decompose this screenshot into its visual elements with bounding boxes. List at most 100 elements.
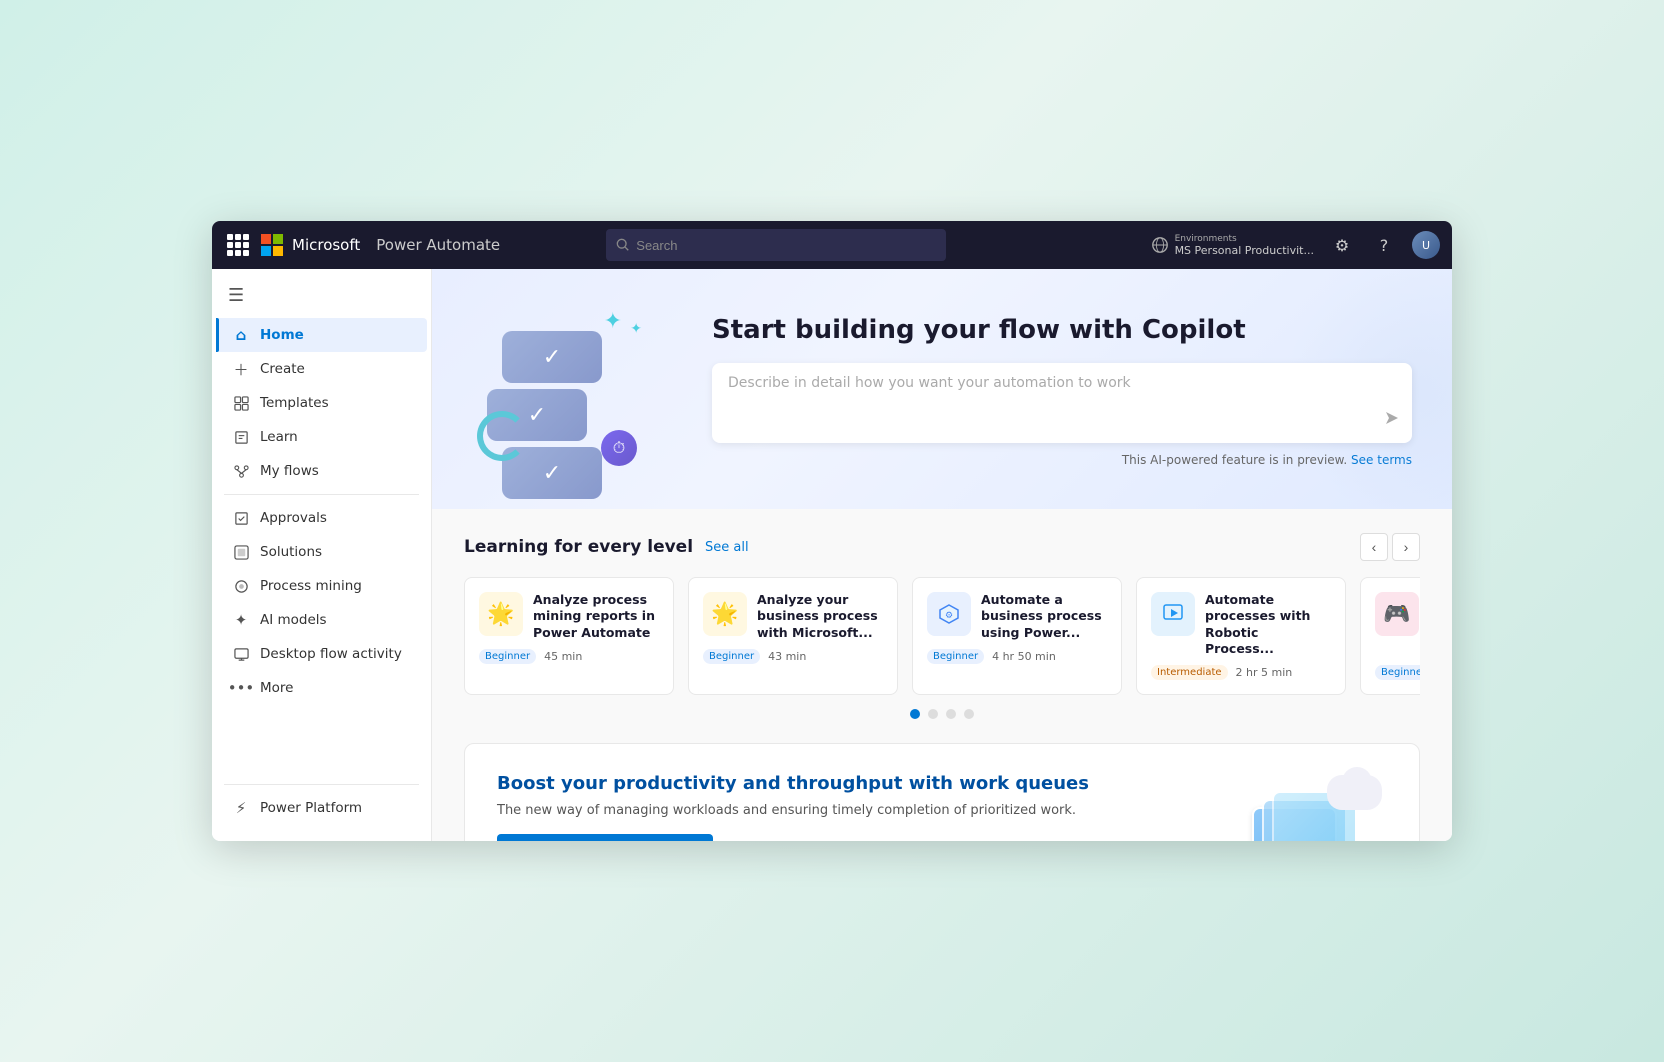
learning-cards-list: 🌟 Analyze process mining reports in Powe… (464, 577, 1420, 695)
carousel-next-button[interactable]: › (1392, 533, 1420, 561)
aimodels-icon: ✦ (232, 611, 250, 629)
learning-header: Learning for every level See all ‹ › (464, 533, 1420, 561)
card-icon-3 (1151, 592, 1195, 636)
more-icon: ••• (232, 679, 250, 697)
powerplatform-icon: ⚡ (232, 799, 250, 817)
spark-icon: ✦ (604, 309, 622, 334)
copilot-input[interactable] (728, 375, 1372, 407)
card-meta-1: Beginner 43 min (703, 649, 883, 664)
card-meta-4: Beginner 6 hr (1375, 665, 1420, 680)
search-bar[interactable] (606, 229, 946, 261)
create-work-queue-button[interactable]: ↻ Create your first work queue (497, 834, 713, 841)
desktopflow-icon (232, 645, 250, 663)
sidebar-label-learn: Learn (260, 429, 298, 445)
waffle-menu-button[interactable] (224, 231, 252, 259)
hero-arc (477, 411, 527, 461)
sidebar-label-processmining: Process mining (260, 578, 362, 594)
hero-section: ✦ ✦ ✓ ✓ ✓ ⏱ Start building your flow wit… (432, 269, 1452, 509)
env-name: MS Personal Productivit... (1175, 244, 1314, 257)
templates-icon (232, 394, 250, 412)
copilot-input-wrap (712, 363, 1412, 443)
card-icon-0: 🌟 (479, 592, 523, 636)
sidebar-label-approvals: Approvals (260, 510, 327, 526)
sidebar-item-solutions[interactable]: Solutions (216, 535, 427, 569)
sidebar-item-aimodels[interactable]: ✦ AI models (216, 603, 427, 637)
learning-card[interactable]: 🎮 Improve business performance with AI..… (1360, 577, 1420, 695)
carousel-dots (464, 709, 1420, 719)
sidebar-item-myflows[interactable]: My flows (216, 454, 427, 488)
sidebar-item-learn[interactable]: Learn (216, 420, 427, 454)
sidebar-label-solutions: Solutions (260, 544, 322, 560)
sidebar-label-more: More (260, 680, 293, 696)
sidebar-label-templates: Templates (260, 395, 329, 411)
card-badge-1: Beginner (703, 649, 760, 664)
sidebar-bottom: ⚡ Power Platform (212, 770, 431, 833)
sidebar-item-processmining[interactable]: Process mining (216, 569, 427, 603)
card-icon-1: 🌟 (703, 592, 747, 636)
sidebar-label-create: Create (260, 361, 305, 377)
learn-icon (232, 428, 250, 446)
brand-label: Microsoft (292, 236, 360, 254)
microsoft-logo: Microsoft (260, 233, 360, 257)
sidebar-label-myflows: My flows (260, 463, 319, 479)
carousel-dot-1[interactable] (928, 709, 938, 719)
learning-card[interactable]: 🌟 Analyze process mining reports in Powe… (464, 577, 674, 695)
user-avatar[interactable]: U (1412, 231, 1440, 259)
env-label: Environments (1175, 234, 1314, 244)
card-time-2: 4 hr 50 min (992, 650, 1056, 663)
sidebar-item-approvals[interactable]: Approvals (216, 501, 427, 535)
sidebar-item-more[interactable]: ••• More (216, 671, 427, 705)
carousel-prev-button[interactable]: ‹ (1360, 533, 1388, 561)
svg-text:⚙: ⚙ (945, 611, 953, 621)
sidebar-divider-1 (224, 494, 419, 495)
settings-button[interactable]: ⚙ (1328, 231, 1356, 259)
sidebar-item-create[interactable]: ＋ Create (216, 352, 427, 386)
card-top: ⚙ Automate a business process using Powe… (927, 592, 1107, 641)
card-meta-3: Intermediate 2 hr 5 min (1151, 665, 1331, 680)
search-input[interactable] (636, 238, 936, 253)
learning-card[interactable]: ⚙ Automate a business process using Powe… (912, 577, 1122, 695)
see-all-link[interactable]: See all (705, 540, 749, 555)
sidebar-hamburger[interactable]: ☰ (212, 277, 431, 314)
copilot-send-button[interactable] (1384, 410, 1400, 431)
waffle-icon (227, 234, 249, 256)
learning-section: Learning for every level See all ‹ › 🌟 A… (432, 509, 1452, 743)
sidebar-divider-2 (224, 784, 419, 785)
card-time-0: 45 min (544, 650, 582, 663)
topbar-right: Environments MS Personal Productivit... … (1151, 231, 1440, 259)
learning-card[interactable]: 🌟 Analyze your business process with Mic… (688, 577, 898, 695)
carousel-dot-0[interactable] (910, 709, 920, 719)
sidebar-item-desktopflow[interactable]: Desktop flow activity (216, 637, 427, 671)
wq-subtitle: The new way of managing workloads and en… (497, 803, 1223, 818)
sidebar-label-powerplatform: Power Platform (260, 800, 362, 816)
card-icon-4: 🎮 (1375, 592, 1419, 636)
card-top: 🌟 Analyze your business process with Mic… (703, 592, 883, 641)
search-icon (616, 238, 630, 252)
timer-icon: ⏱ (601, 430, 637, 466)
sidebar-item-home[interactable]: ⌂ Home (216, 318, 427, 352)
sidebar-item-powerplatform[interactable]: ⚡ Power Platform (216, 791, 427, 825)
work-queue-section: Boost your productivity and throughput w… (464, 743, 1420, 841)
approvals-icon (232, 509, 250, 527)
carousel-dot-2[interactable] (946, 709, 956, 719)
help-button[interactable]: ? (1370, 231, 1398, 259)
card-title-1: Analyze your business process with Micro… (757, 592, 883, 641)
card-time-3: 2 hr 5 min (1236, 666, 1293, 679)
card-meta-0: Beginner 45 min (479, 649, 659, 664)
card-top: 🎮 Improve business performance with AI..… (1375, 592, 1420, 657)
sidebar-label-desktopflow: Desktop flow activity (260, 646, 402, 662)
card-badge-0: Beginner (479, 649, 536, 664)
learning-card[interactable]: Automate processes with Robotic Process.… (1136, 577, 1346, 695)
card-top: 🌟 Analyze process mining reports in Powe… (479, 592, 659, 641)
sidebar-item-templates[interactable]: Templates (216, 386, 427, 420)
carousel-nav: ‹ › (1360, 533, 1420, 561)
ms-logo-icon (260, 233, 284, 257)
card-icon-2: ⚙ (927, 592, 971, 636)
environment-selector[interactable]: Environments MS Personal Productivit... (1151, 234, 1314, 257)
myflows-icon (232, 462, 250, 480)
sidebar-label-home: Home (260, 327, 304, 343)
card-title-3: Automate processes with Robotic Process.… (1205, 592, 1331, 657)
carousel-dot-3[interactable] (964, 709, 974, 719)
card-badge-2: Beginner (927, 649, 984, 664)
processmining-icon (232, 577, 250, 595)
